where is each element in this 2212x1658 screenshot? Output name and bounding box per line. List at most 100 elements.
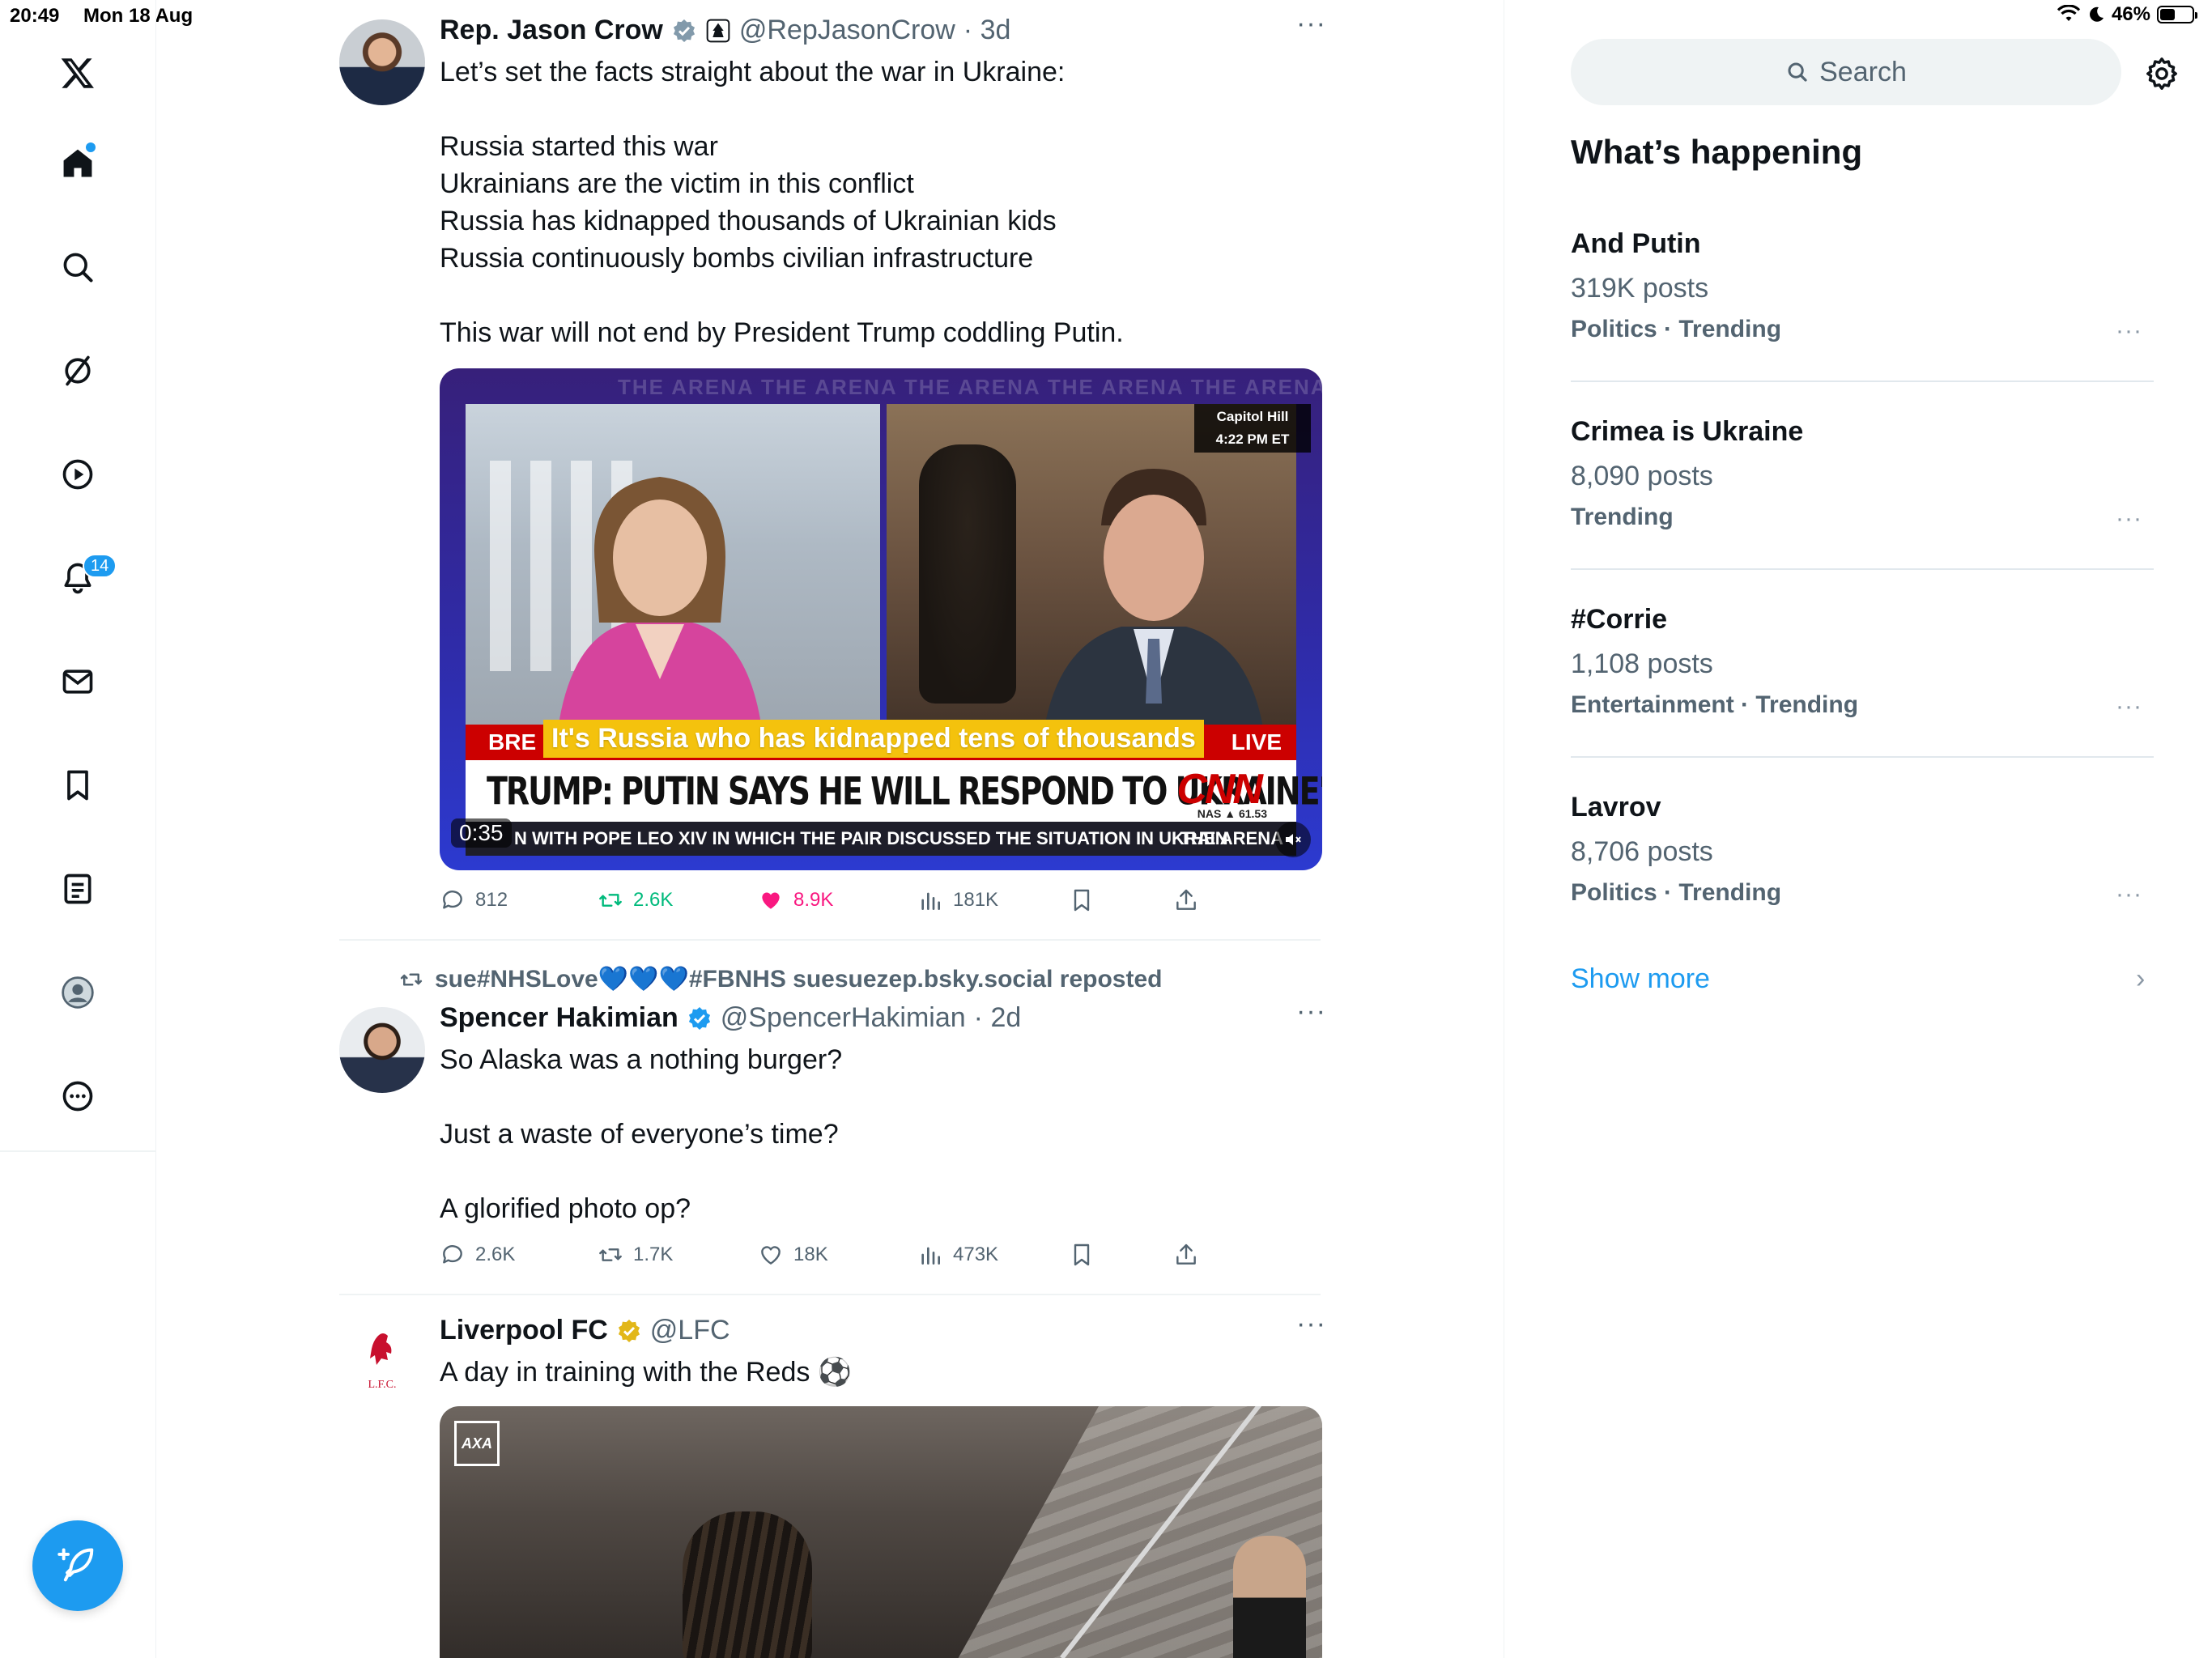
cnn-logo: CNN: [1176, 766, 1263, 813]
messages-icon[interactable]: [53, 657, 102, 706]
mute-button[interactable]: [1275, 822, 1311, 857]
author-handle[interactable]: @SpencerHakimian: [721, 1002, 966, 1034]
reposter-name[interactable]: sue#NHSLove💙💙💙#FBNHS suesuezep.bsky.soci…: [435, 965, 1162, 993]
trend-more-button[interactable]: ···: [2116, 693, 2142, 721]
tweet-time[interactable]: · 3d: [963, 15, 1011, 46]
bookmark-button[interactable]: [1069, 1242, 1095, 1268]
bookmark-button[interactable]: [1069, 887, 1095, 913]
repost-button[interactable]: 1.7K: [598, 1242, 673, 1268]
grok-icon[interactable]: [53, 346, 102, 395]
compose-feather-icon: [57, 1548, 94, 1582]
chyron-headline: TRUMP: PUTIN SAYS HE WILL RESPOND TO UKR…: [466, 760, 1322, 822]
trend-item[interactable]: And Putin 319K posts Politics · Trending…: [1571, 228, 2154, 345]
trend-count: 8,706 posts: [1571, 836, 1713, 867]
trend-category: Trending: [1571, 504, 1674, 530]
location-caption: Capitol Hill 4:22 PM ET: [1194, 404, 1311, 453]
trend-more-button[interactable]: ···: [2116, 505, 2142, 533]
verified-grey-icon: [673, 19, 695, 42]
heart-filled-icon: [762, 892, 780, 909]
reply-icon: [443, 891, 462, 909]
avatar[interactable]: [339, 19, 425, 105]
repost-icon: [599, 1248, 622, 1261]
heart-icon: [761, 1246, 781, 1265]
repost-count: 1.7K: [633, 1244, 674, 1265]
trend-more-button[interactable]: ···: [2116, 317, 2142, 345]
tweet-more-button[interactable]: ···: [1296, 8, 1326, 40]
share-button[interactable]: [1173, 1242, 1199, 1268]
government-badge-icon: [706, 19, 730, 42]
compose-button[interactable]: [32, 1520, 123, 1611]
video-icon[interactable]: [53, 450, 102, 499]
video-player[interactable]: THE ARENA THE ARENA THE ARENA THE ARENA …: [440, 368, 1322, 870]
left-nav: 14: [0, 0, 156, 1658]
video-player[interactable]: AXA: [440, 1406, 1322, 1658]
trend-more-button[interactable]: ···: [2116, 881, 2142, 908]
lists-icon[interactable]: [53, 865, 102, 913]
views-count: 473K: [953, 1244, 999, 1265]
trend-item[interactable]: Lavrov 8,706 posts Politics · Trending ·…: [1571, 792, 2154, 908]
right-sidebar: Search What’s happening And Putin 319K p…: [1504, 0, 2212, 1658]
repost-count: 2.6K: [633, 889, 674, 911]
video-duration: 0:35: [451, 818, 512, 848]
share-icon: [1176, 889, 1196, 910]
video-frame-guest: [887, 404, 1296, 760]
trend-divider: [1571, 568, 2154, 570]
tweet-time[interactable]: · 2d: [974, 1002, 1022, 1034]
trend-item[interactable]: Crimea is Ukraine 8,090 posts Trending ·…: [1571, 416, 2154, 533]
author-name[interactable]: Rep. Jason Crow: [440, 15, 663, 46]
reply-button[interactable]: 812: [440, 887, 508, 913]
tweet-text: So Alaska was a nothing burger? Just a w…: [440, 1044, 843, 1224]
views-count: 181K: [953, 889, 999, 911]
anchor-figure: [555, 477, 765, 760]
like-button[interactable]: 18K: [758, 1242, 828, 1268]
author-handle[interactable]: @RepJasonCrow: [739, 15, 955, 46]
market-ticker: NAS ▲ 61.53: [1197, 807, 1267, 820]
repost-button[interactable]: 2.6K: [598, 887, 673, 913]
blue-hearts: 💙💙💙: [598, 966, 689, 993]
avatar[interactable]: [339, 1007, 425, 1093]
coach-figure: [1233, 1536, 1306, 1658]
repost-icon: [599, 894, 622, 907]
bookmarks-icon[interactable]: [53, 761, 102, 810]
search-input[interactable]: Search: [1571, 39, 2121, 105]
home-icon[interactable]: [53, 139, 102, 188]
verified-gold-icon: [618, 1319, 640, 1342]
notifications-badge: 14: [83, 554, 117, 578]
trend-category: Entertainment · Trending: [1571, 691, 1859, 718]
settings-gear-icon[interactable]: [2143, 55, 2180, 92]
chevron-right-icon[interactable]: ›: [2136, 963, 2145, 995]
avatar[interactable]: L.F.C.: [339, 1320, 425, 1405]
tweet-more-button[interactable]: ···: [1296, 996, 1326, 1027]
author-handle[interactable]: @LFC: [650, 1315, 730, 1346]
tweet-header: Rep. Jason Crow @RepJasonCrow · 3d: [440, 15, 1010, 46]
repost-context: sue#NHSLove💙💙💙#FBNHS suesuezep.bsky.soci…: [399, 965, 1162, 993]
views-button[interactable]: 181K: [917, 887, 998, 913]
tweet-text: A day in training with the Reds ⚽: [440, 1357, 853, 1388]
views-button[interactable]: 473K: [917, 1242, 998, 1268]
reposter-name-text: sue#NHSLove: [435, 966, 598, 993]
trend-count: 1,108 posts: [1571, 648, 1713, 679]
verified-blue-icon: [688, 1006, 710, 1030]
profile-icon[interactable]: [53, 968, 102, 1017]
repost-tail: #FBNHS suesuezep.bsky.social reposted: [688, 966, 1163, 993]
like-count: 8.9K: [793, 889, 834, 911]
x-logo-icon[interactable]: [53, 49, 102, 97]
trend-item[interactable]: #Corrie 1,108 posts Entertainment · Tren…: [1571, 604, 2154, 721]
tweet-header: Spencer Hakimian @SpencerHakimian · 2d: [440, 1002, 1021, 1034]
reply-button[interactable]: 2.6K: [440, 1242, 515, 1268]
video-frame-anchor: [466, 404, 880, 760]
more-icon[interactable]: [53, 1072, 102, 1120]
tweet-more-button[interactable]: ···: [1296, 1308, 1326, 1340]
author-name[interactable]: Spencer Hakimian: [440, 1002, 678, 1034]
show-more-link[interactable]: Show more: [1571, 963, 1710, 995]
like-button[interactable]: 8.9K: [758, 887, 833, 913]
trend-count: 8,090 posts: [1571, 461, 1713, 491]
views-icon: [921, 892, 940, 910]
trend-category: Politics · Trending: [1571, 316, 1782, 342]
author-name[interactable]: Liverpool FC: [440, 1315, 608, 1346]
tweet-header: Liverpool FC @LFC: [440, 1315, 730, 1346]
explore-icon[interactable]: [53, 243, 102, 291]
notifications-icon[interactable]: 14: [53, 554, 117, 602]
share-button[interactable]: [1173, 887, 1199, 913]
live-label: LIVE: [1231, 729, 1282, 755]
